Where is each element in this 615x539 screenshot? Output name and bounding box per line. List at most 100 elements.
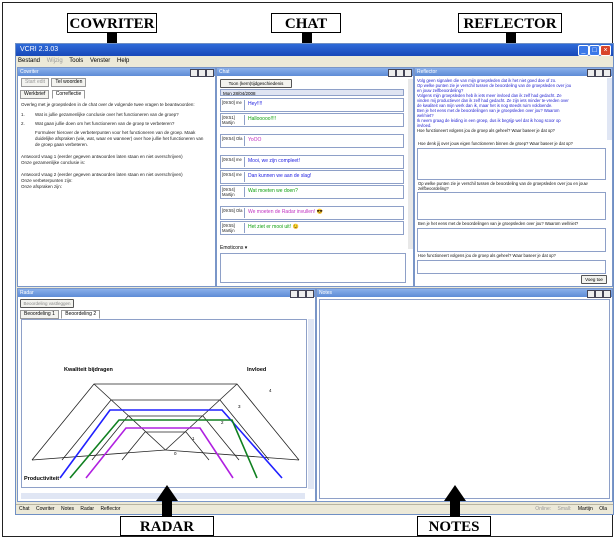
status-radar[interactable]: Radar <box>80 506 94 512</box>
arrow-up-notes <box>444 485 466 517</box>
radar-scale-4: 4 <box>269 388 272 393</box>
radar-scrollbar[interactable] <box>308 319 314 489</box>
group-input[interactable] <box>417 260 606 274</box>
message-text: Hey!!!! <box>248 101 263 107</box>
reflector-title: Reflector <box>417 69 438 75</box>
tab-correflectie[interactable]: Correflectie <box>51 90 86 99</box>
difference-input[interactable] <box>417 192 606 220</box>
agree-question: Ben je het eens met de beoordelingen van… <box>418 221 579 226</box>
chat-scrollbar[interactable] <box>408 79 413 249</box>
panel-minimize-icon[interactable] <box>388 69 396 77</box>
intro-text: Overleg met je groepsleden in de chat ov… <box>21 102 195 107</box>
callout-radar: RADAR <box>120 516 214 536</box>
cowriter-panel: Cowriter Start edit Tel woorden Werkbrie… <box>17 67 216 287</box>
message-text: Hallooooo!!!! <box>248 116 277 122</box>
panel-close-icon[interactable] <box>306 290 314 298</box>
window-titlebar: VCRI 2.3.03 _ □ × <box>16 44 613 56</box>
cowriter-header: Cowriter <box>18 68 215 77</box>
reflector-panel: Reflector Volg geen signalen die van mij… <box>414 67 613 287</box>
panel-close-icon[interactable] <box>206 69 214 77</box>
message-text: Dan kunnen we aan de slag! <box>248 173 312 179</box>
panel-close-icon[interactable] <box>603 290 611 298</box>
minimize-icon[interactable]: _ <box>578 45 589 56</box>
panel-restore-icon[interactable] <box>298 290 306 298</box>
add-reflection-button[interactable]: Voeg toe <box>581 275 607 284</box>
message-time: [09:54] Ola <box>222 136 243 141</box>
tab-rating-1[interactable]: Beoordeling 1 <box>20 310 59 319</box>
reflector-history: Volg geen signalen die van mijn groepsle… <box>417 78 603 140</box>
notes-area[interactable] <box>319 299 610 499</box>
toggle-history-button[interactable]: Toon (kern)tijdgeschiedenis <box>220 79 292 88</box>
panel-close-icon[interactable] <box>603 69 611 77</box>
chat-message: [09:54] Ola YoOO <box>220 134 404 148</box>
cowriter-document[interactable]: Overleg met je groepsleden in de chat ov… <box>21 102 209 190</box>
chat-date: Mon 28/04/2008 <box>220 89 404 96</box>
panel-restore-icon[interactable] <box>396 69 404 77</box>
menu-venster[interactable]: Venster <box>90 58 110 64</box>
chat-message: [09:50] me Hey!!!! <box>220 98 404 112</box>
notes-panel: Notes <box>316 288 613 502</box>
agree-input[interactable] <box>417 228 606 252</box>
own-functioning-question: Hoe denk jij over jouw eigen functionere… <box>418 141 573 146</box>
panel-restore-icon[interactable] <box>595 290 603 298</box>
save-rating-button[interactable]: Beoordeling vastleggen <box>20 299 74 308</box>
reflector-header: Reflector <box>415 68 612 77</box>
menu-bestand[interactable]: Bestand <box>18 58 40 64</box>
cowriter-tabs: Werkbrief Correflectie <box>18 88 215 99</box>
q2-note: Formuleer hierover de verbeterpunten voo… <box>35 130 204 147</box>
panel-minimize-icon[interactable] <box>290 290 298 298</box>
radar-ring <box>121 431 210 461</box>
status-chat[interactable]: Chat <box>19 506 30 512</box>
radar-ring <box>31 383 300 461</box>
status-notes[interactable]: Notes <box>61 506 74 512</box>
chat-input[interactable] <box>220 253 406 283</box>
panel-minimize-icon[interactable] <box>587 69 595 77</box>
message-text: YoOO <box>248 137 262 143</box>
chat-message: [09:55] Ola We moeten de Radar invullen! … <box>220 206 404 220</box>
menu-help[interactable]: Help <box>117 58 129 64</box>
message-author: Martijn <box>222 192 235 197</box>
chat-message: [09:55] Martijn Het ziet er mooi uit! 😉 <box>220 221 404 235</box>
panel-restore-icon[interactable] <box>595 69 603 77</box>
menu-tools[interactable]: Tools <box>69 58 83 64</box>
radar-label-influence: Invloed <box>247 367 266 373</box>
chat-message: [09:51] Martijn Hallooooo!!!! <box>220 113 404 127</box>
radar-tabs: Beoordeling 1 Beoordeling 2 <box>18 308 101 319</box>
status-online: Online: Small: Martijn Ola <box>532 505 609 514</box>
q1-text: Wat is jullie gezamenlijke conclusie ove… <box>35 112 179 117</box>
panel-minimize-icon[interactable] <box>190 69 198 77</box>
close-icon[interactable]: × <box>600 45 611 56</box>
chat-message: [09:54] me Dan kunnen we aan de slag! <box>220 170 404 184</box>
radar-label-productivity: Productiviteit <box>24 476 59 482</box>
emoticons-button[interactable]: Emoticons ▾ <box>220 245 247 251</box>
tab-werkbrief[interactable]: Werkbrief <box>20 90 50 99</box>
panel-close-icon[interactable] <box>404 69 412 77</box>
radar-title: Radar <box>20 290 34 296</box>
status-user-martijn: Martijn <box>577 506 593 512</box>
q1-number: 1. <box>21 112 25 117</box>
status-cowriter[interactable]: Cowriter <box>36 506 55 512</box>
dropdown-arrow-icon: ▾ <box>244 245 248 251</box>
message-time: [09:54] me <box>222 172 242 177</box>
panel-restore-icon[interactable] <box>198 69 206 77</box>
message-time: [09:54] me <box>222 157 242 162</box>
message-time: [09:55] Ola <box>222 208 243 213</box>
answer2-line2: Onze afspraken zijn: <box>21 184 63 189</box>
own-functioning-input[interactable] <box>417 148 606 180</box>
status-reflector[interactable]: Reflector <box>100 506 120 512</box>
start-edit-button[interactable]: Start edit <box>21 78 50 87</box>
answer1-line: Onze gezamenlijke conclusie is: <box>21 160 86 165</box>
chat-header: Chat <box>217 68 413 77</box>
menu-wijzig[interactable]: Wijzig <box>47 58 63 64</box>
tab-rating-2[interactable]: Beoordeling 2 <box>61 310 101 319</box>
count-words-button[interactable]: Tel woorden <box>51 78 87 87</box>
panel-minimize-icon[interactable] <box>587 290 595 298</box>
reflector-scrollbar[interactable] <box>607 78 612 140</box>
chat-panel: Chat Toon (kern)tijdgeschiedenis Mon 28/… <box>216 67 414 287</box>
radar-series-purple <box>85 427 234 479</box>
arrow-up-radar <box>156 485 178 517</box>
maximize-icon[interactable]: □ <box>589 45 600 56</box>
message-author: Martijn <box>222 228 235 233</box>
menubar: Bestand Wijzig Tools Venster Help <box>16 56 613 66</box>
message-text: We moeten de Radar invullen! 😎 <box>248 209 323 215</box>
